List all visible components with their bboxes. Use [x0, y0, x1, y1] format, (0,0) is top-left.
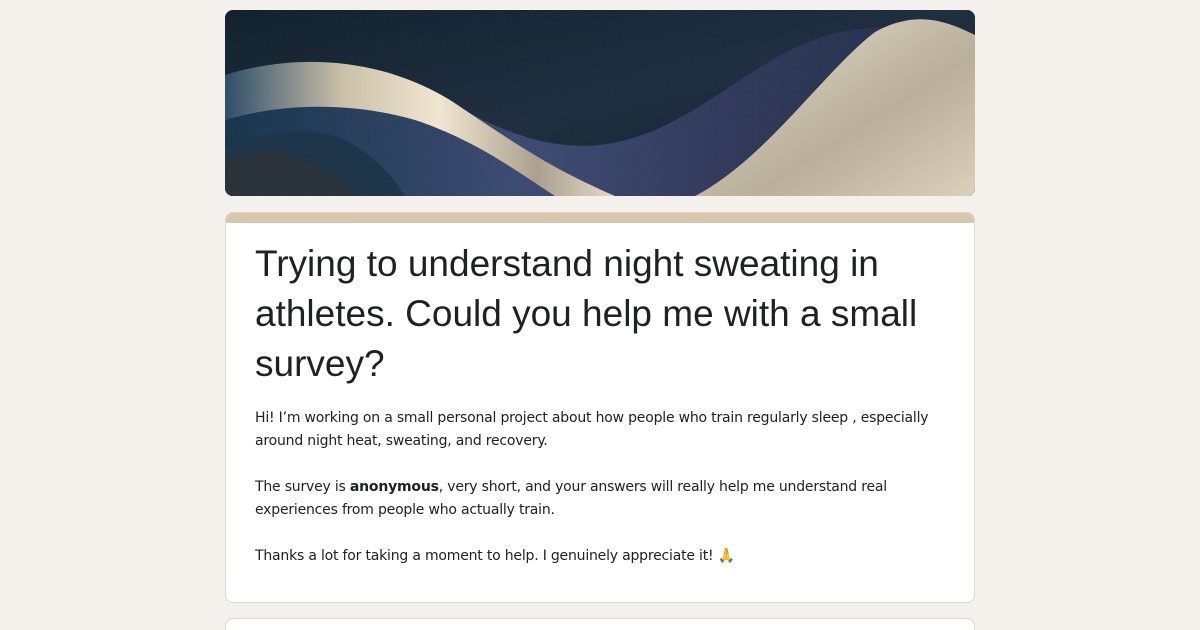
form-title: Trying to understand night sweating in a… [255, 243, 918, 384]
form-header-card: Trying to understand night sweating in a… [225, 212, 975, 603]
description-text: The survey is [255, 479, 350, 495]
description-paragraph-1: Hi! I’m working on a small personal proj… [255, 410, 929, 449]
card-accent-bar [226, 213, 974, 223]
description-bold-text: anonymous [349, 479, 439, 495]
header-banner-image [225, 10, 975, 196]
description-paragraph-3: Thanks a lot for taking a moment to help… [255, 548, 735, 564]
abstract-wave-image [225, 10, 975, 196]
form-page: Trying to understand night sweating in a… [0, 0, 1200, 630]
next-question-card [225, 618, 975, 630]
description-paragraph-2: The survey is anonymous, very short, and… [255, 476, 945, 522]
form-description: Hi! I’m working on a small personal proj… [255, 407, 945, 568]
